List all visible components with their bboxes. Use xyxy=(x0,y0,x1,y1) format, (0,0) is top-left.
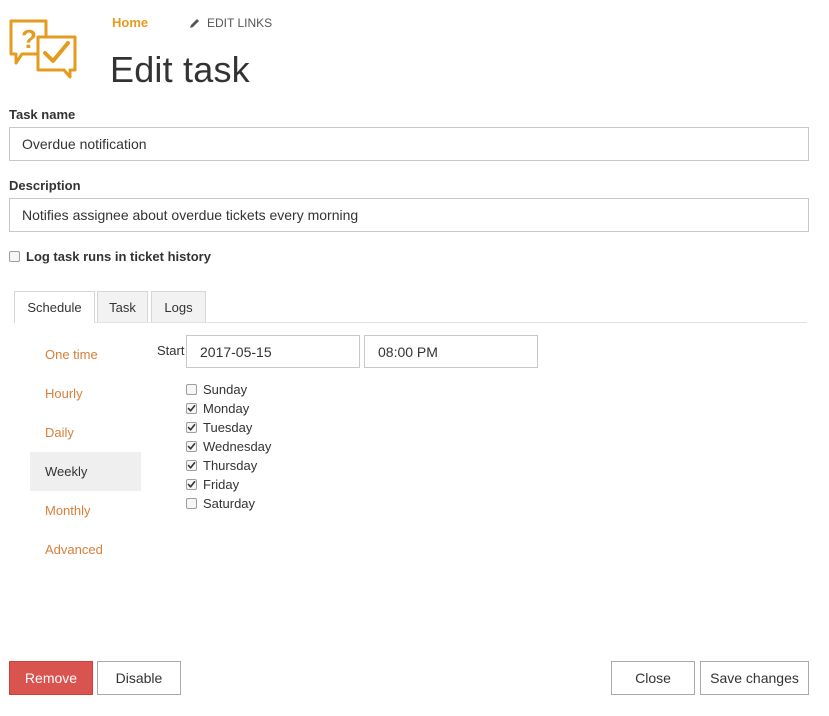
mode-advanced[interactable]: Advanced xyxy=(30,530,141,569)
day-checkbox[interactable] xyxy=(186,498,197,509)
svg-text:?: ? xyxy=(21,24,37,54)
checkmark-icon xyxy=(187,443,196,450)
app-logo-icon: ? xyxy=(8,18,80,80)
day-checkbox[interactable] xyxy=(186,422,197,433)
checkmark-icon xyxy=(187,405,196,412)
day-label: Sunday xyxy=(203,382,248,397)
day-checkbox[interactable] xyxy=(186,479,197,490)
day-saturday[interactable]: Saturday xyxy=(186,494,271,513)
task-name-input[interactable] xyxy=(9,127,809,161)
tab-schedule[interactable]: Schedule xyxy=(14,291,95,323)
disable-button[interactable]: Disable xyxy=(97,661,181,695)
day-label: Tuesday xyxy=(203,420,253,435)
day-friday[interactable]: Friday xyxy=(186,475,271,494)
edit-links-label: EDIT LINKS xyxy=(207,16,273,30)
day-checkbox[interactable] xyxy=(186,403,197,414)
day-monday[interactable]: Monday xyxy=(186,399,271,418)
save-changes-button[interactable]: Save changes xyxy=(700,661,809,695)
mode-weekly[interactable]: Weekly xyxy=(30,452,141,491)
checkmark-icon xyxy=(187,462,196,469)
day-checkbox[interactable] xyxy=(186,460,197,471)
day-label: Wednesday xyxy=(203,439,272,454)
description-label: Description xyxy=(9,178,81,193)
task-tabs: Schedule Task Logs xyxy=(14,291,807,323)
day-label: Friday xyxy=(203,477,240,492)
log-runs-row[interactable]: Log task runs in ticket history xyxy=(9,249,211,264)
mode-one-time[interactable]: One time xyxy=(30,335,141,374)
tab-task[interactable]: Task xyxy=(97,291,148,322)
day-checkbox[interactable] xyxy=(186,384,197,395)
close-button[interactable]: Close xyxy=(611,661,695,695)
edit-links-button[interactable]: EDIT LINKS xyxy=(188,16,272,30)
task-name-label: Task name xyxy=(9,107,76,122)
day-checkbox[interactable] xyxy=(186,441,197,452)
log-runs-label: Log task runs in ticket history xyxy=(26,249,211,264)
day-sunday[interactable]: Sunday xyxy=(186,380,271,399)
log-runs-checkbox[interactable] xyxy=(9,251,20,262)
mode-hourly[interactable]: Hourly xyxy=(30,374,141,413)
day-label: Thursday xyxy=(203,458,258,473)
tab-logs[interactable]: Logs xyxy=(151,291,206,322)
day-wednesday[interactable]: Wednesday xyxy=(186,437,271,456)
start-time-input[interactable] xyxy=(364,335,538,368)
start-label: Start xyxy=(157,343,185,358)
day-label: Monday xyxy=(203,401,250,416)
day-label: Saturday xyxy=(203,496,256,511)
start-date-input[interactable] xyxy=(186,335,360,368)
description-input[interactable] xyxy=(9,198,809,232)
day-thursday[interactable]: Thursday xyxy=(186,456,271,475)
checkmark-icon xyxy=(187,481,196,488)
schedule-mode-nav: One time Hourly Daily Weekly Monthly Adv… xyxy=(30,335,141,569)
weekday-list: Sunday Monday Tuesday Wednesday Thursday… xyxy=(186,380,271,513)
day-tuesday[interactable]: Tuesday xyxy=(186,418,271,437)
mode-monthly[interactable]: Monthly xyxy=(30,491,141,530)
home-link[interactable]: Home xyxy=(112,15,148,30)
page-title: Edit task xyxy=(110,49,250,90)
pencil-icon xyxy=(190,18,199,28)
remove-button[interactable]: Remove xyxy=(9,661,93,695)
mode-daily[interactable]: Daily xyxy=(30,413,141,452)
checkmark-icon xyxy=(187,424,196,431)
